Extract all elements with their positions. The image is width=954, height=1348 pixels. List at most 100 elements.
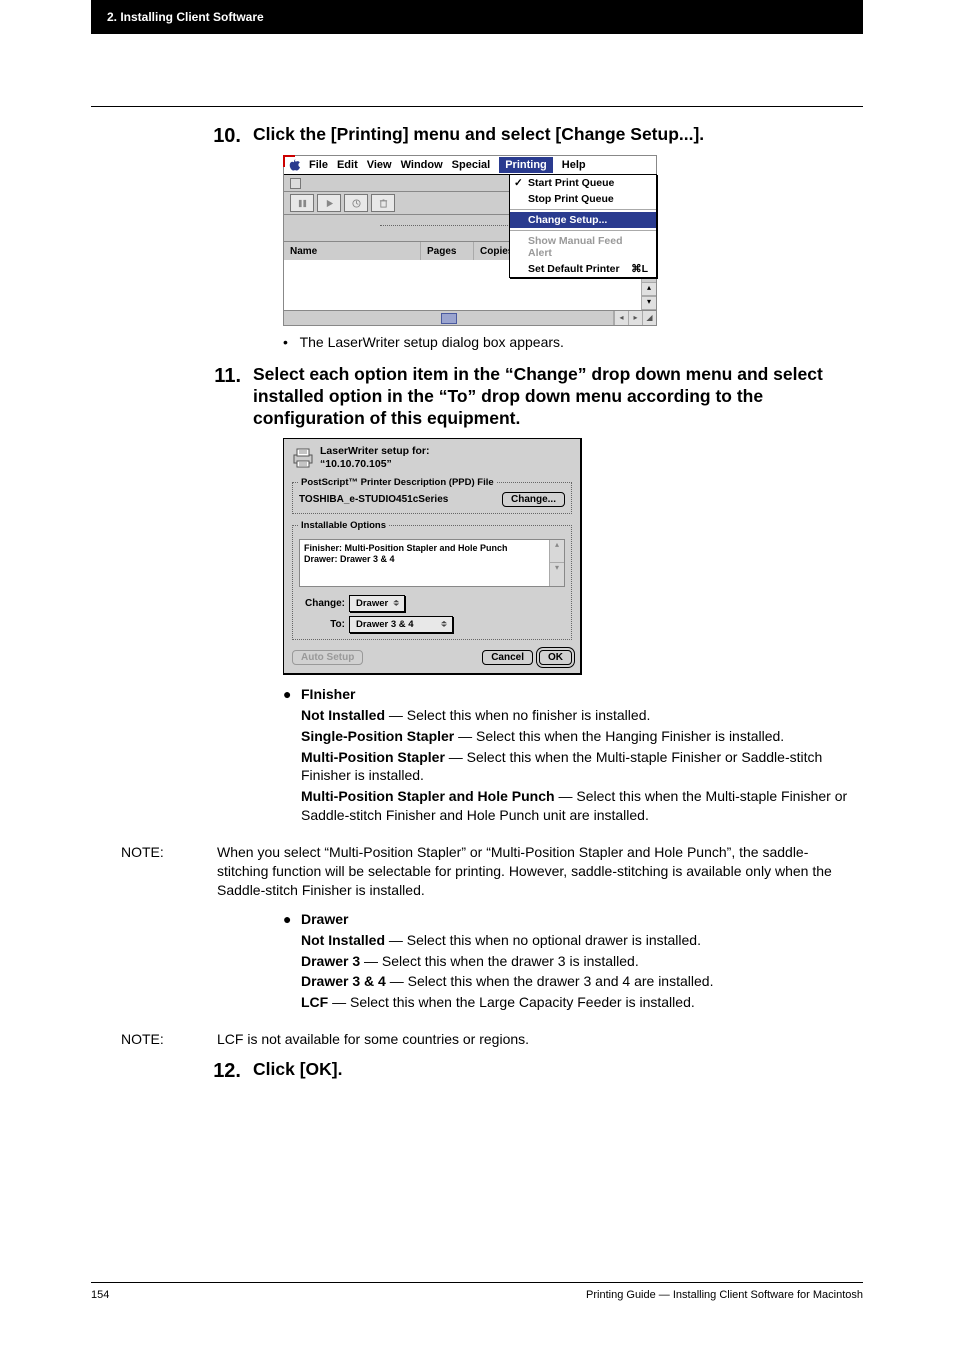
- change-row: Change: Drawer: [299, 595, 565, 612]
- hscroll-right-icon[interactable]: ▸: [628, 311, 642, 325]
- page-footer: 154 Printing Guide — Installing Client S…: [91, 1282, 863, 1301]
- label: Multi-Position Stapler and Hole Punch: [301, 788, 555, 804]
- step-number: 12.: [91, 1059, 253, 1084]
- section-header-title: 2. Installing Client Software: [107, 10, 264, 24]
- menu-view[interactable]: View: [367, 159, 392, 171]
- ok-button[interactable]: OK: [539, 650, 572, 665]
- bullet-icon: ●: [283, 910, 301, 929]
- drawer-block: ● Drawer Not Installed — Select this whe…: [283, 910, 863, 1012]
- dialog-title: LaserWriter setup for: “10.10.70.105”: [320, 445, 430, 471]
- screenshot-printing-menu: File Edit View Window Special Printing H…: [283, 155, 657, 326]
- scroll-down-icon[interactable]: ▾: [550, 563, 564, 586]
- resize-handle-icon[interactable]: ◢: [642, 311, 656, 325]
- ppd-row: TOSHIBA_e-STUDIO451cSeries Change...: [299, 492, 565, 507]
- menu-item-label: Show Manual Feed Alert: [528, 235, 623, 259]
- scroll-up-icon[interactable]: ▴: [550, 540, 564, 564]
- change-ppd-button[interactable]: Change...: [502, 492, 565, 507]
- menu-help[interactable]: Help: [562, 159, 586, 171]
- to-popup[interactable]: Drawer 3 & 4: [349, 616, 453, 633]
- toolbar-play-button[interactable]: [317, 194, 341, 212]
- menu-window[interactable]: Window: [401, 159, 443, 171]
- text: — Select this when the drawer 3 and 4 ar…: [386, 973, 714, 989]
- menu-special[interactable]: Special: [452, 159, 491, 171]
- change-value: Drawer: [356, 598, 388, 609]
- finisher-multi: Multi-Position Stapler — Select this whe…: [301, 748, 863, 786]
- hscroll-track[interactable]: [284, 311, 614, 325]
- step-12: 12. Click [OK].: [91, 1059, 863, 1084]
- scroll-up-icon[interactable]: ▴: [642, 282, 656, 296]
- drawer-item: ● Drawer Not Installed — Select this whe…: [283, 910, 863, 1012]
- menu-file[interactable]: File: [309, 159, 328, 171]
- to-row: To: Drawer 3 & 4: [299, 616, 565, 633]
- drawer-3-4: Drawer 3 & 4 — Select this when the draw…: [301, 972, 863, 991]
- bullet-text: The LaserWriter setup dialog box appears…: [300, 334, 564, 350]
- dialog-title-line2: “10.10.70.105”: [320, 458, 392, 470]
- menu-printing[interactable]: Printing: [499, 157, 553, 173]
- menu-item-label: Set Default Printer: [528, 263, 620, 275]
- col-name[interactable]: Name: [284, 242, 421, 260]
- io-scrollbar[interactable]: ▴ ▾: [549, 540, 564, 586]
- toolbar-clock-button[interactable]: [344, 194, 368, 212]
- toolbar-trash-button[interactable]: [371, 194, 395, 212]
- horizontal-scrollbar: ◂ ▸ ◢: [284, 311, 656, 325]
- note-label: NOTE:: [91, 1030, 217, 1049]
- step-11-body: LaserWriter setup for: “10.10.70.105” Po…: [283, 438, 863, 825]
- drawer-lcf: LCF — Select this when the Large Capacit…: [301, 993, 863, 1012]
- label: Not Installed: [301, 707, 385, 723]
- hscroll-left-icon[interactable]: ◂: [614, 311, 628, 325]
- menu-item-label: Start Print Queue: [528, 177, 614, 189]
- label: Single-Position Stapler: [301, 728, 454, 744]
- io-legend: Installable Options: [299, 520, 388, 531]
- step-10-body: File Edit View Window Special Printing H…: [283, 155, 863, 350]
- change-popup[interactable]: Drawer: [349, 595, 405, 612]
- to-label: To:: [299, 619, 345, 630]
- menu-separator: [510, 209, 656, 210]
- finisher-heading: FInisher: [301, 686, 355, 702]
- ppd-fieldset: PostScript™ Printer Description (PPD) Fi…: [292, 477, 572, 514]
- text: — Select this when the Hanging Finisher …: [454, 728, 784, 744]
- step-11: 11. Select each option item in the “Chan…: [91, 364, 863, 430]
- bullet-icon: ●: [283, 685, 301, 704]
- menu-item-label: Change Setup...: [528, 214, 607, 226]
- label: Drawer 3: [301, 953, 360, 969]
- label: Multi-Position Stapler: [301, 749, 445, 765]
- menu-item-label: Stop Print Queue: [528, 193, 614, 205]
- checkmark-icon: ✓: [514, 177, 523, 189]
- menu-shortcut: ⌘L: [631, 263, 648, 275]
- section-header-bar: 2. Installing Client Software: [91, 0, 863, 34]
- page: 2. Installing Client Software 10. Click …: [0, 0, 954, 1348]
- menu-item-change-setup[interactable]: Change Setup...: [510, 212, 656, 228]
- dialog-title-line1: LaserWriter setup for:: [320, 445, 430, 457]
- step-title: Select each option item in the “Change” …: [253, 364, 863, 430]
- menu-item-stop-queue[interactable]: Stop Print Queue: [510, 191, 656, 207]
- toolbar-pause-button[interactable]: [290, 194, 314, 212]
- note-2: NOTE: LCF is not available for some coun…: [91, 1030, 863, 1049]
- col-pages[interactable]: Pages: [421, 242, 474, 260]
- text: — Select this when no finisher is instal…: [385, 707, 650, 723]
- text: — Select this when the Large Capacity Fe…: [328, 994, 695, 1010]
- horizontal-rule: [91, 106, 863, 107]
- io-text: Finisher: Multi-Position Stapler and Hol…: [300, 540, 549, 586]
- drawer-heading: Drawer: [301, 911, 348, 927]
- note-text: When you select “Multi-Position Stapler”…: [217, 843, 863, 900]
- menu-item-set-default[interactable]: Set Default Printer ⌘L: [510, 261, 656, 277]
- step-title: Click [OK].: [253, 1059, 863, 1081]
- hscroll-thumb[interactable]: [441, 313, 457, 324]
- footer-text: Printing Guide — Installing Client Softw…: [586, 1289, 863, 1301]
- screenshot-laserwriter-setup: LaserWriter setup for: “10.10.70.105” Po…: [283, 438, 582, 675]
- change-label: Change:: [299, 598, 345, 609]
- step-number: 11.: [91, 364, 253, 389]
- cancel-button[interactable]: Cancel: [482, 650, 533, 665]
- installable-options-fieldset: Installable Options Finisher: Multi-Posi…: [292, 520, 572, 640]
- scroll-down-icon[interactable]: ▾: [642, 296, 656, 310]
- note-label: NOTE:: [91, 843, 217, 900]
- step-10: 10. Click the [Printing] menu and select…: [91, 124, 863, 149]
- finisher-item: ● FInisher Not Installed — Select this w…: [283, 685, 863, 825]
- menu-item-start-queue[interactable]: ✓ Start Print Queue: [510, 175, 656, 191]
- menu-separator: [510, 230, 656, 231]
- note-text: LCF is not available for some countries …: [217, 1030, 863, 1049]
- menu-edit[interactable]: Edit: [337, 159, 358, 171]
- finisher-not-installed: Not Installed — Select this when no fini…: [301, 706, 863, 725]
- finisher-text: FInisher Not Installed — Select this whe…: [301, 685, 863, 825]
- printing-dropdown: ✓ Start Print Queue Stop Print Queue Cha…: [509, 174, 657, 278]
